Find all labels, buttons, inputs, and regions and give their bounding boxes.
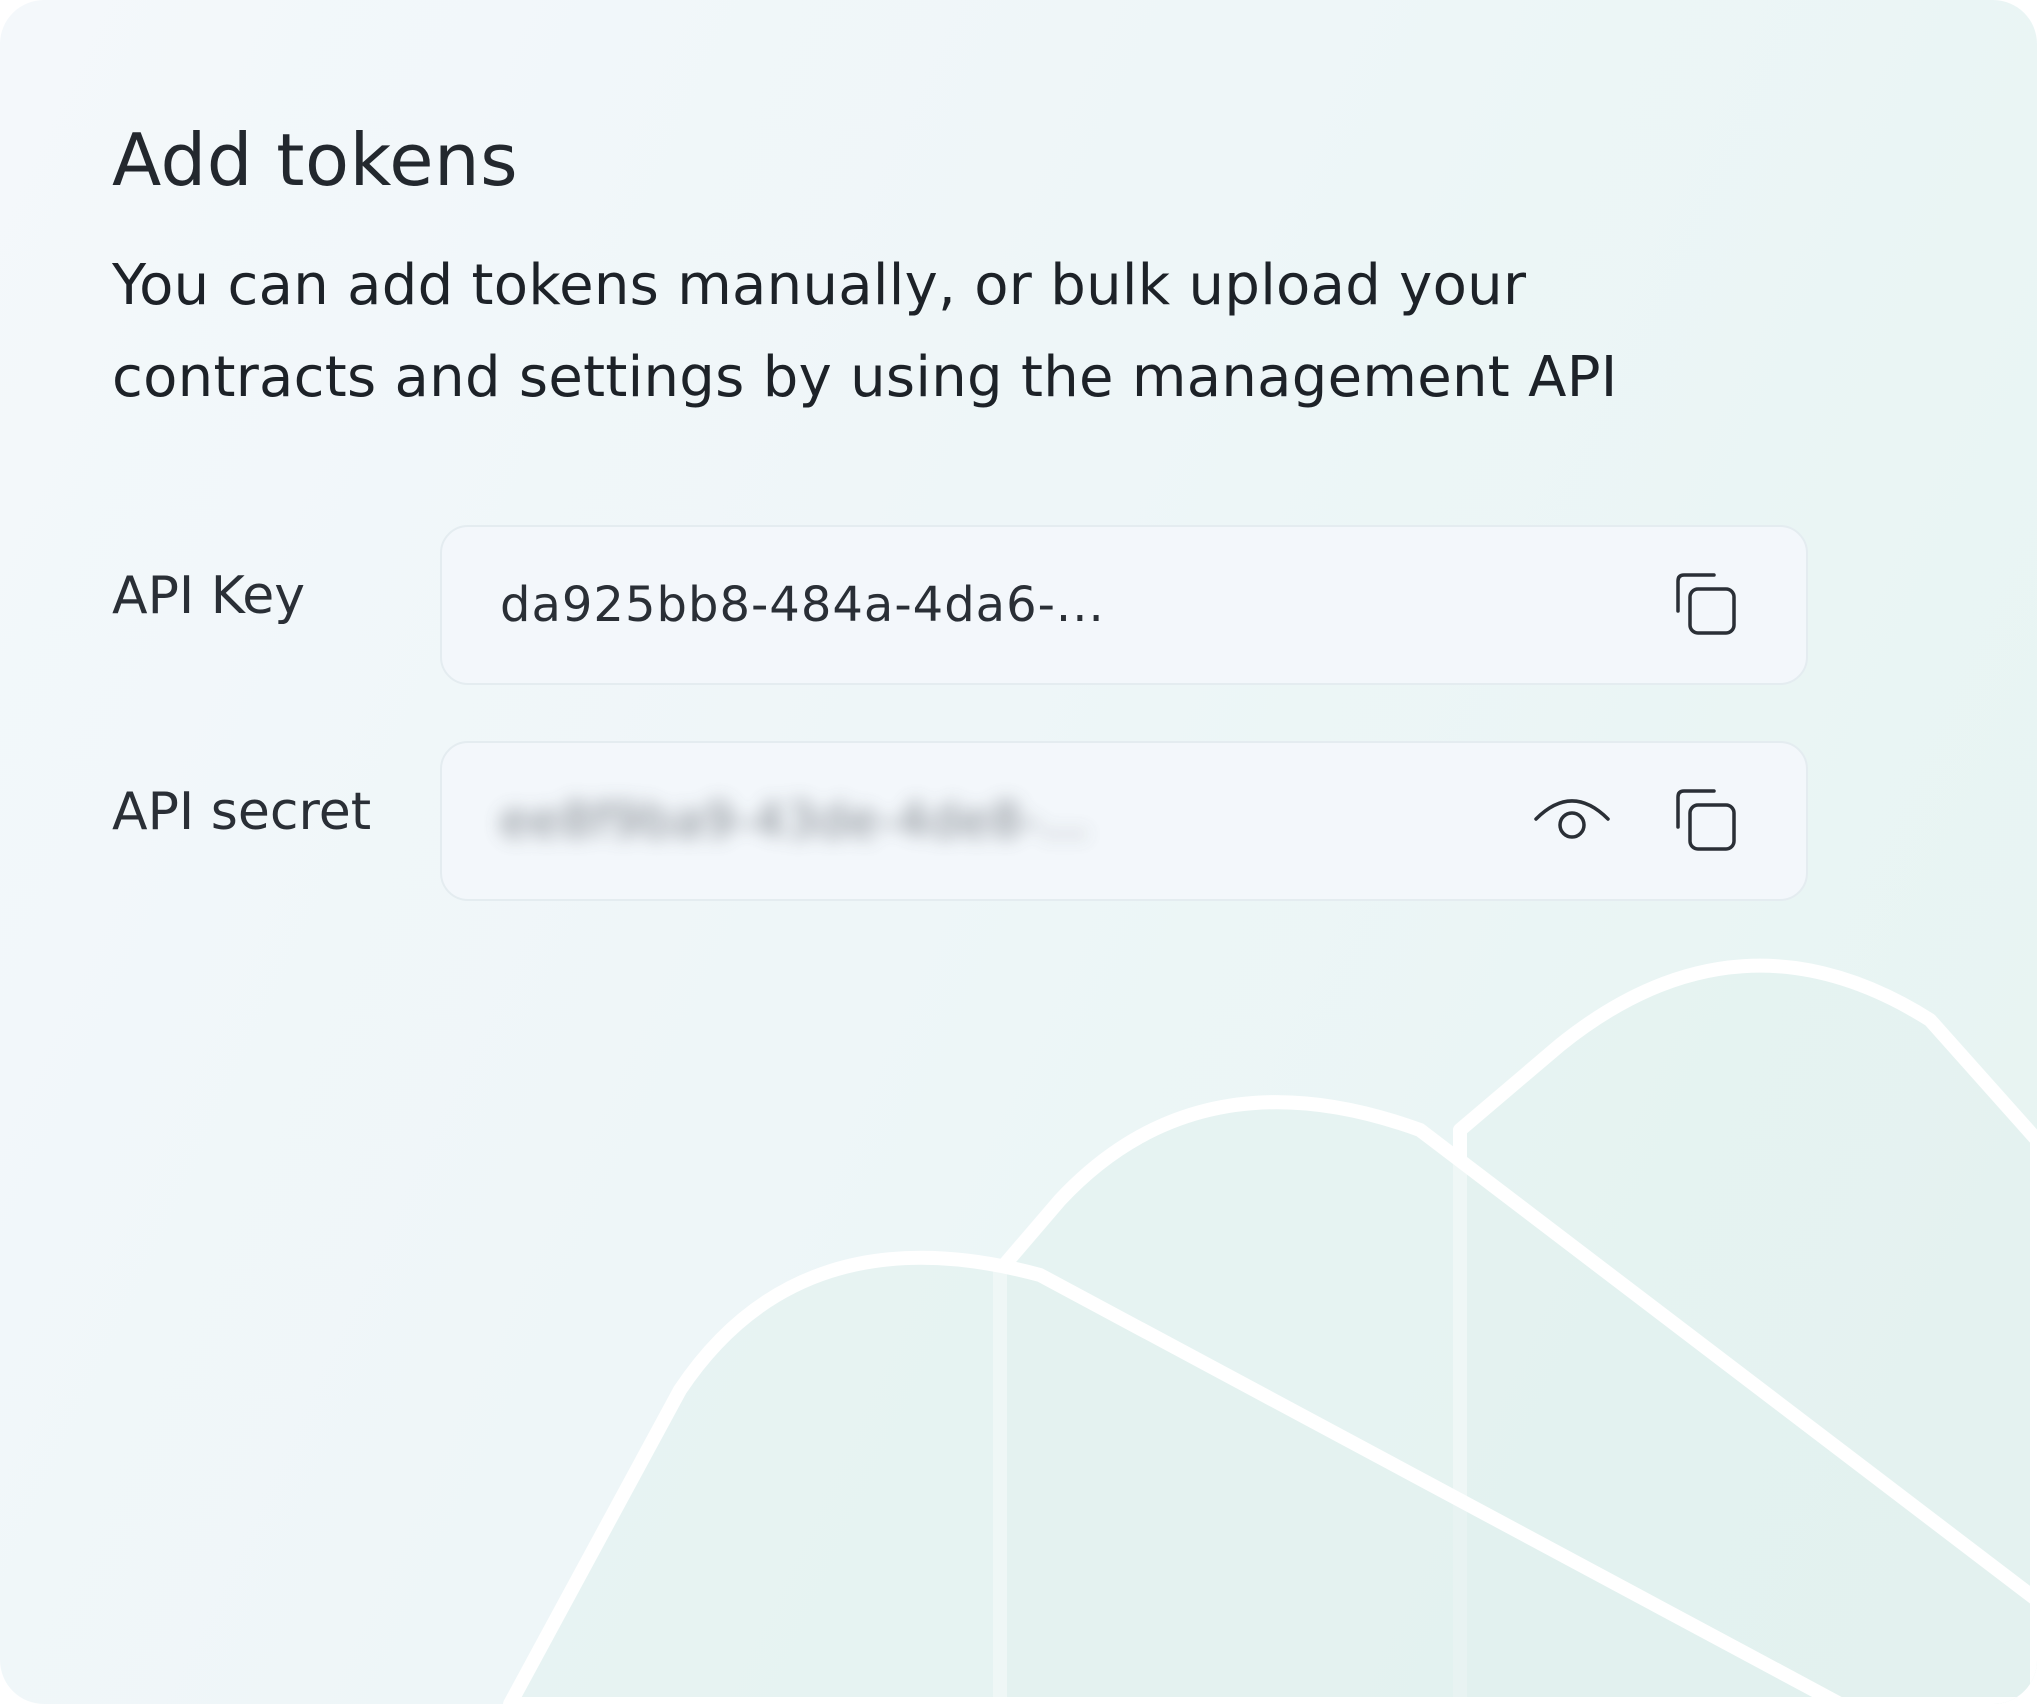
reveal-secret-button[interactable] [1530, 779, 1614, 863]
add-tokens-card: Add tokens You can add tokens manually, … [0, 0, 2037, 1704]
page-title: Add tokens [112, 118, 519, 202]
api-secret-label: API secret [112, 782, 372, 842]
api-key-label: API Key [112, 566, 306, 626]
copy-icon [1676, 789, 1736, 851]
copy-icon [1676, 573, 1736, 635]
eye-icon [1534, 799, 1610, 839]
copy-api-key-button[interactable] [1664, 563, 1748, 647]
page-description: You can add tokens manually, or bulk upl… [112, 253, 1618, 410]
copy-api-secret-button[interactable] [1664, 779, 1748, 863]
api-key-field: da925bb8-484a-4da6-... [440, 525, 1808, 685]
api-secret-value[interactable]: ee8f9ba9-43de-4de8-... [500, 793, 1089, 849]
api-secret-field: ee8f9ba9-43de-4de8-... [440, 741, 1808, 901]
api-key-value[interactable]: da925bb8-484a-4da6-... [500, 577, 1105, 633]
